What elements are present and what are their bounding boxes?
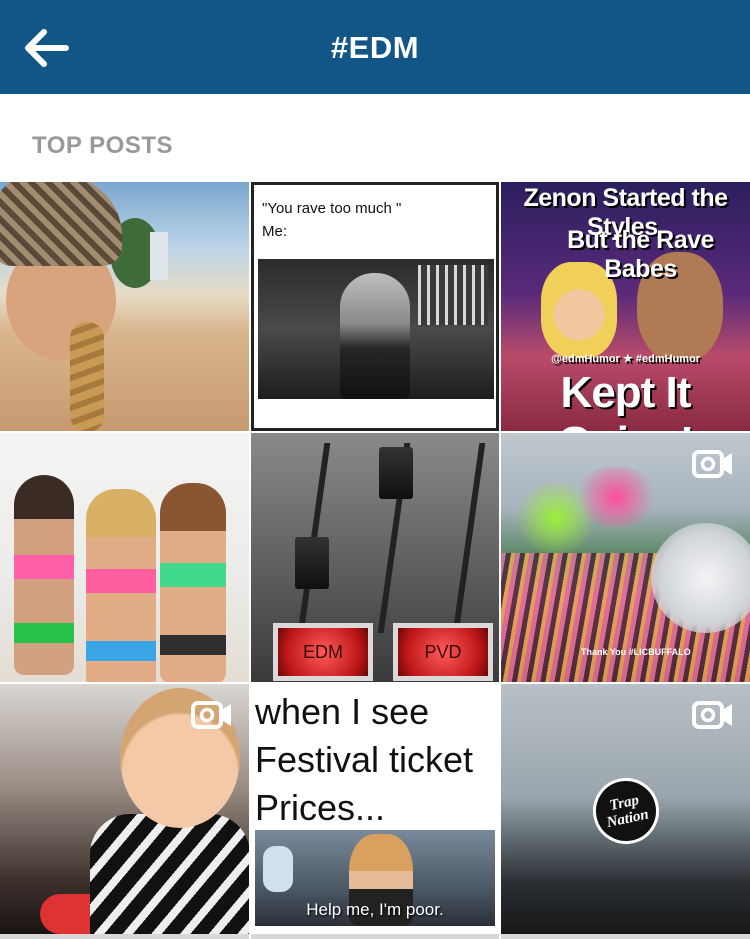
post-image-detail bbox=[379, 447, 413, 499]
post-overlay-text: Thank You #LICBUFFALO bbox=[581, 647, 691, 657]
post-tile[interactable] bbox=[0, 433, 249, 682]
post-image-detail bbox=[651, 523, 750, 633]
post-tile[interactable]: Zenon Started the Styles, But the Rave B… bbox=[501, 182, 750, 431]
post-image-detail bbox=[263, 846, 293, 892]
post-image-detail bbox=[86, 489, 156, 682]
post-tile-partial[interactable] bbox=[501, 934, 750, 939]
post-overlay-text: Kept It Going! bbox=[558, 368, 695, 431]
meme-caption-line: Prices... bbox=[255, 787, 386, 828]
post-overlay-text: But the Rave Babes bbox=[567, 226, 714, 283]
video-camera-icon bbox=[692, 450, 732, 478]
video-camera-icon bbox=[692, 701, 732, 729]
post-image-detail bbox=[14, 475, 74, 675]
meme-caption-line: Festival ticket bbox=[255, 739, 474, 780]
post-tile[interactable]: Thank You #LICBUFFALO bbox=[501, 433, 750, 682]
post-tile[interactable]: when I see Festival ticket Prices... Hel… bbox=[251, 684, 499, 934]
post-tile-partial[interactable] bbox=[0, 934, 249, 939]
meme-subtitle: Help me, I'm poor. bbox=[306, 900, 444, 919]
video-camera-icon bbox=[191, 701, 231, 729]
post-tile[interactable]: "You rave too much " Me: bbox=[251, 182, 499, 431]
post-image-detail bbox=[0, 182, 122, 266]
posts-grid: "You rave too much " Me: Zenon Started t… bbox=[0, 182, 750, 939]
post-tile[interactable]: Trap Nation bbox=[501, 684, 750, 934]
post-image-detail bbox=[160, 483, 226, 682]
post-tile[interactable]: EDM PVD bbox=[251, 433, 499, 682]
mixer-button-label: PVD bbox=[393, 623, 493, 681]
meme-photo bbox=[258, 259, 494, 399]
post-image-detail bbox=[295, 537, 329, 589]
mixer-button-label: EDM bbox=[273, 623, 373, 681]
top-bar: #EDM bbox=[0, 0, 750, 94]
post-image-detail bbox=[340, 273, 410, 399]
post-tile[interactable] bbox=[0, 684, 249, 934]
section-label-top-posts: TOP POSTS bbox=[32, 132, 173, 159]
post-image-detail bbox=[571, 467, 661, 527]
post-image-detail bbox=[452, 443, 486, 633]
page-title: #EDM bbox=[330, 30, 420, 65]
post-image-detail bbox=[70, 322, 104, 431]
meme-caption-line: "You rave too much " bbox=[262, 200, 402, 217]
post-image-detail bbox=[90, 814, 249, 934]
post-overlay-text: @edmHumor ★ #edmHumor bbox=[551, 353, 700, 365]
meme-photo: Help me, I'm poor. bbox=[255, 830, 495, 926]
trap-nation-logo: Trap Nation bbox=[586, 771, 666, 851]
post-tile[interactable] bbox=[0, 182, 249, 431]
meme-caption: when I see Festival ticket Prices... bbox=[255, 688, 473, 832]
meme-caption-line: Me: bbox=[262, 223, 288, 240]
post-image-detail bbox=[150, 232, 168, 280]
meme-caption: "You rave too much " Me: bbox=[262, 197, 401, 243]
post-image-detail bbox=[418, 265, 488, 325]
post-tile-partial[interactable] bbox=[251, 934, 499, 939]
meme-caption-line: when I see bbox=[255, 691, 430, 732]
